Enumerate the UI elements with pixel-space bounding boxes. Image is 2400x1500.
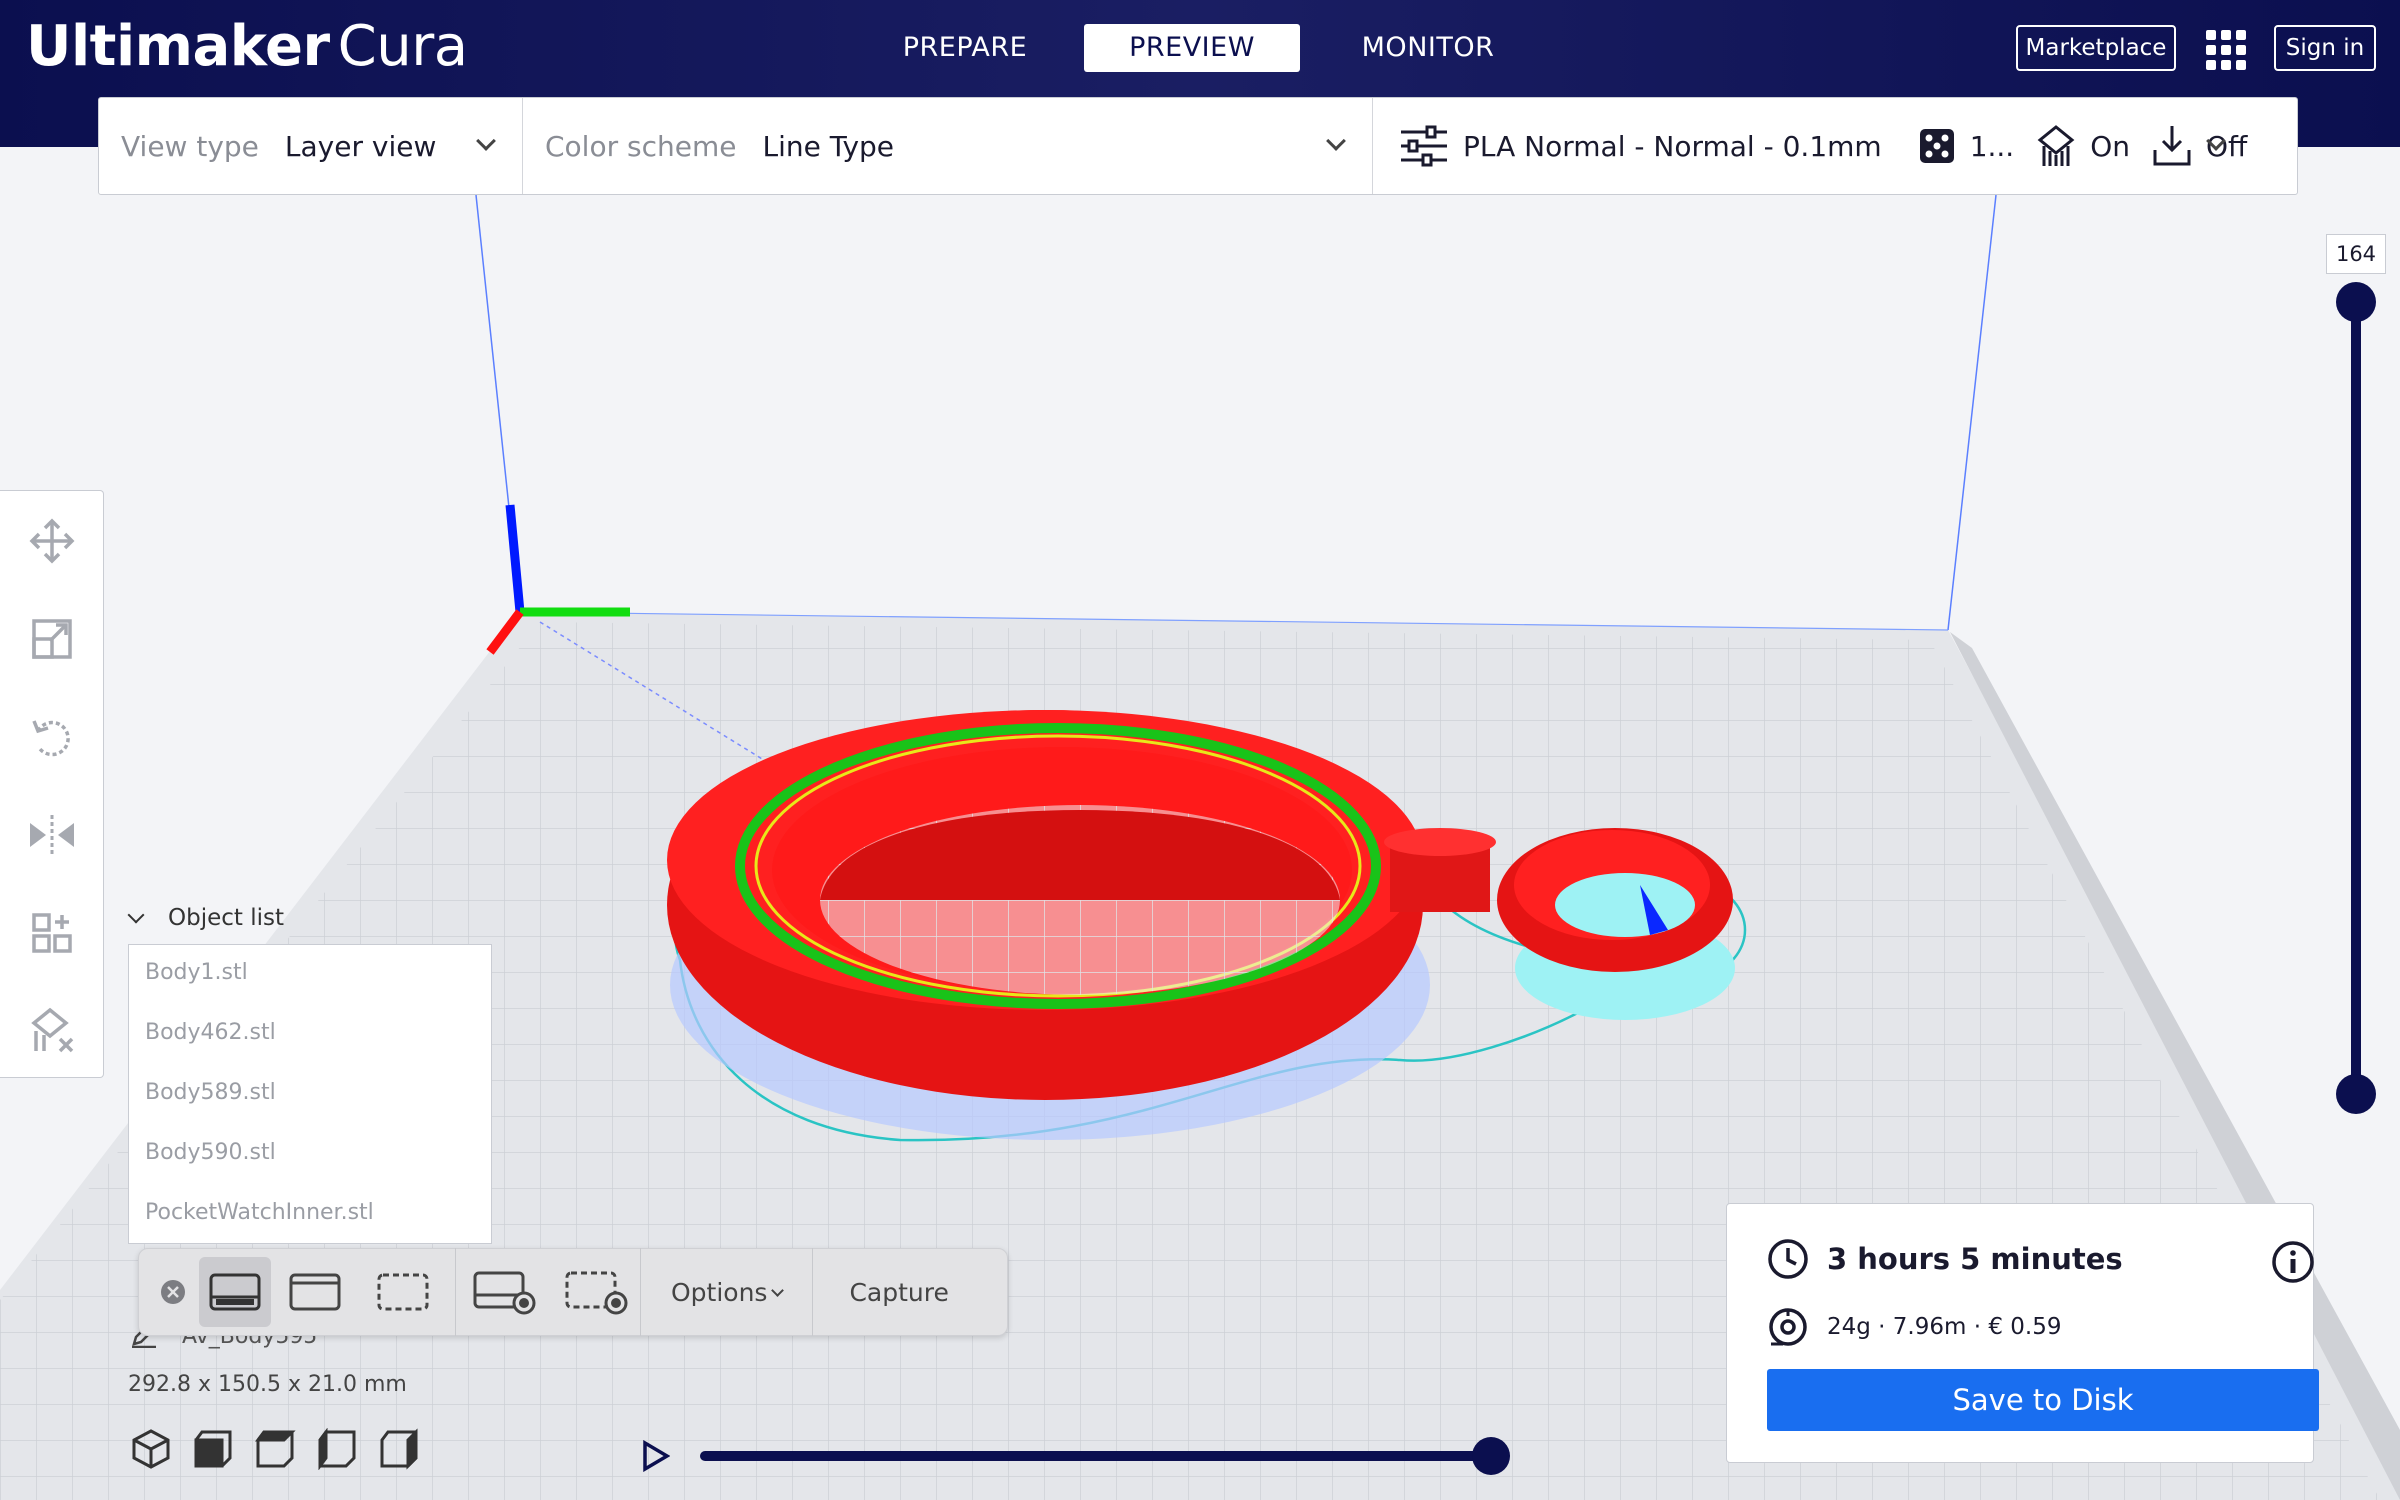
mirror-icon — [30, 815, 74, 855]
mirror-tool-button[interactable] — [26, 809, 78, 861]
list-item[interactable]: PocketWatchInner.stl — [129, 1185, 491, 1245]
layer-slider-track[interactable] — [2351, 300, 2361, 1094]
left-view-icon[interactable] — [316, 1428, 358, 1470]
object-list-title: Object list — [168, 905, 284, 931]
camera-views — [130, 1428, 420, 1470]
settings-sliders-icon — [1399, 124, 1449, 168]
play-icon[interactable] — [642, 1440, 670, 1472]
move-tool-button[interactable] — [26, 515, 78, 567]
current-layer-input[interactable]: 164 — [2326, 234, 2386, 274]
object-list: Body1.stl Body462.stl Body589.stl Body59… — [128, 944, 492, 1244]
chevron-down-icon — [1326, 131, 1346, 151]
scale-icon — [32, 619, 72, 659]
per-model-settings-icon — [32, 913, 72, 953]
list-item[interactable]: Body462.stl — [129, 1005, 491, 1065]
tab-prepare[interactable]: PREPARE — [880, 24, 1050, 72]
list-item[interactable]: Body1.stl — [129, 945, 491, 1005]
close-capture-button[interactable] — [151, 1257, 195, 1327]
chevron-down-icon — [771, 1283, 785, 1297]
chevron-down-icon — [127, 906, 145, 924]
view-type-label: View type — [121, 129, 259, 163]
layer-slider-lower-handle[interactable] — [2336, 1074, 2376, 1114]
simulation-slider-handle[interactable] — [1472, 1437, 1510, 1475]
record-screen-button[interactable] — [456, 1257, 552, 1327]
apps-grid-icon[interactable] — [2206, 30, 2246, 70]
color-scheme-dropdown[interactable]: Color scheme Line Type — [523, 98, 1373, 194]
save-to-disk-button[interactable]: Save to Disk — [1767, 1369, 2319, 1431]
rotate-icon — [32, 720, 70, 757]
material-usage: 24g · 7.96m · € 0.59 — [1827, 1314, 2062, 1340]
layer-slider-upper-handle[interactable] — [2336, 282, 2376, 322]
capture-entire-screen-button[interactable] — [199, 1257, 271, 1327]
app-logo: Ultimaker Cura — [26, 14, 468, 79]
3d-view-icon[interactable] — [130, 1428, 172, 1470]
spool-icon — [1769, 1308, 1807, 1346]
clock-icon — [1768, 1239, 1808, 1279]
capture-button[interactable]: Capture — [813, 1257, 984, 1327]
object-list-toggle[interactable]: Object list — [127, 898, 284, 938]
move-icon — [29, 518, 75, 564]
per-model-settings-button[interactable] — [26, 907, 78, 959]
record-selection-button[interactable] — [552, 1257, 640, 1327]
list-item[interactable]: Body590.stl — [129, 1125, 491, 1185]
close-icon — [161, 1280, 185, 1304]
tab-preview[interactable]: PREVIEW — [1084, 24, 1300, 72]
color-scheme-value: Line Type — [762, 129, 895, 163]
infill-icon — [1918, 127, 1956, 165]
z-axis — [505, 504, 525, 613]
info-icon[interactable] — [2271, 1240, 2315, 1284]
record-selection-icon — [565, 1271, 628, 1315]
sign-in-button[interactable]: Sign in — [2274, 25, 2376, 71]
capture-options-button[interactable]: Options — [641, 1257, 812, 1327]
screenshot-toolbar: Options Capture — [138, 1248, 1008, 1336]
tool-sidebar — [0, 490, 104, 1078]
profile-name: PLA Normal - Normal - 0.1mm — [1463, 129, 1882, 163]
support-blocker-button[interactable] — [26, 1005, 78, 1057]
print-time: 3 hours 5 minutes — [1827, 1242, 2123, 1276]
print-time-row: 3 hours 5 minutes — [1767, 1238, 2123, 1280]
brand-name: Ultimaker — [26, 14, 330, 79]
record-screen-icon — [473, 1271, 536, 1315]
support-blocker-icon — [31, 1007, 74, 1053]
front-view-icon[interactable] — [192, 1428, 234, 1470]
support-value: On — [2090, 129, 2130, 163]
marketplace-button[interactable]: Marketplace — [2016, 25, 2176, 71]
capture-selection-button[interactable] — [359, 1257, 447, 1327]
screen-icon — [209, 1273, 261, 1311]
tab-monitor[interactable]: MONITOR — [1340, 24, 1516, 72]
color-scheme-label: Color scheme — [545, 129, 737, 163]
simulation-slider-track[interactable] — [700, 1451, 1490, 1461]
chevron-down-icon — [476, 131, 496, 151]
product-name: Cura — [337, 14, 468, 79]
top-view-icon[interactable] — [254, 1428, 296, 1470]
infill-value: 1... — [1969, 129, 2015, 163]
view-type-value: Layer view — [284, 129, 437, 163]
view-type-dropdown[interactable]: View type Layer view — [99, 98, 523, 194]
print-settings-dropdown[interactable]: PLA Normal - Normal - 0.1mm 1... On Off — [1373, 98, 2297, 194]
object-dimensions: 292.8 x 150.5 x 21.0 mm — [128, 1372, 407, 1397]
material-row: 24g · 7.96m · € 0.59 — [1767, 1306, 2062, 1348]
capture-window-button[interactable] — [271, 1257, 359, 1327]
list-item[interactable]: Body589.stl — [129, 1065, 491, 1125]
options-label: Options — [671, 1277, 768, 1307]
right-view-icon[interactable] — [378, 1428, 420, 1470]
selection-icon — [377, 1273, 429, 1311]
print-estimate-panel: 3 hours 5 minutes 24g · 7.96m · € 0.59 S… — [1726, 1203, 2319, 1463]
adhesion-icon — [2152, 124, 2192, 168]
scale-tool-button[interactable] — [26, 613, 78, 665]
support-icon — [2036, 124, 2076, 168]
rotate-tool-button[interactable] — [26, 711, 78, 763]
view-toolbar: View type Layer view Color scheme Line T… — [98, 97, 2298, 195]
window-icon — [289, 1273, 341, 1311]
